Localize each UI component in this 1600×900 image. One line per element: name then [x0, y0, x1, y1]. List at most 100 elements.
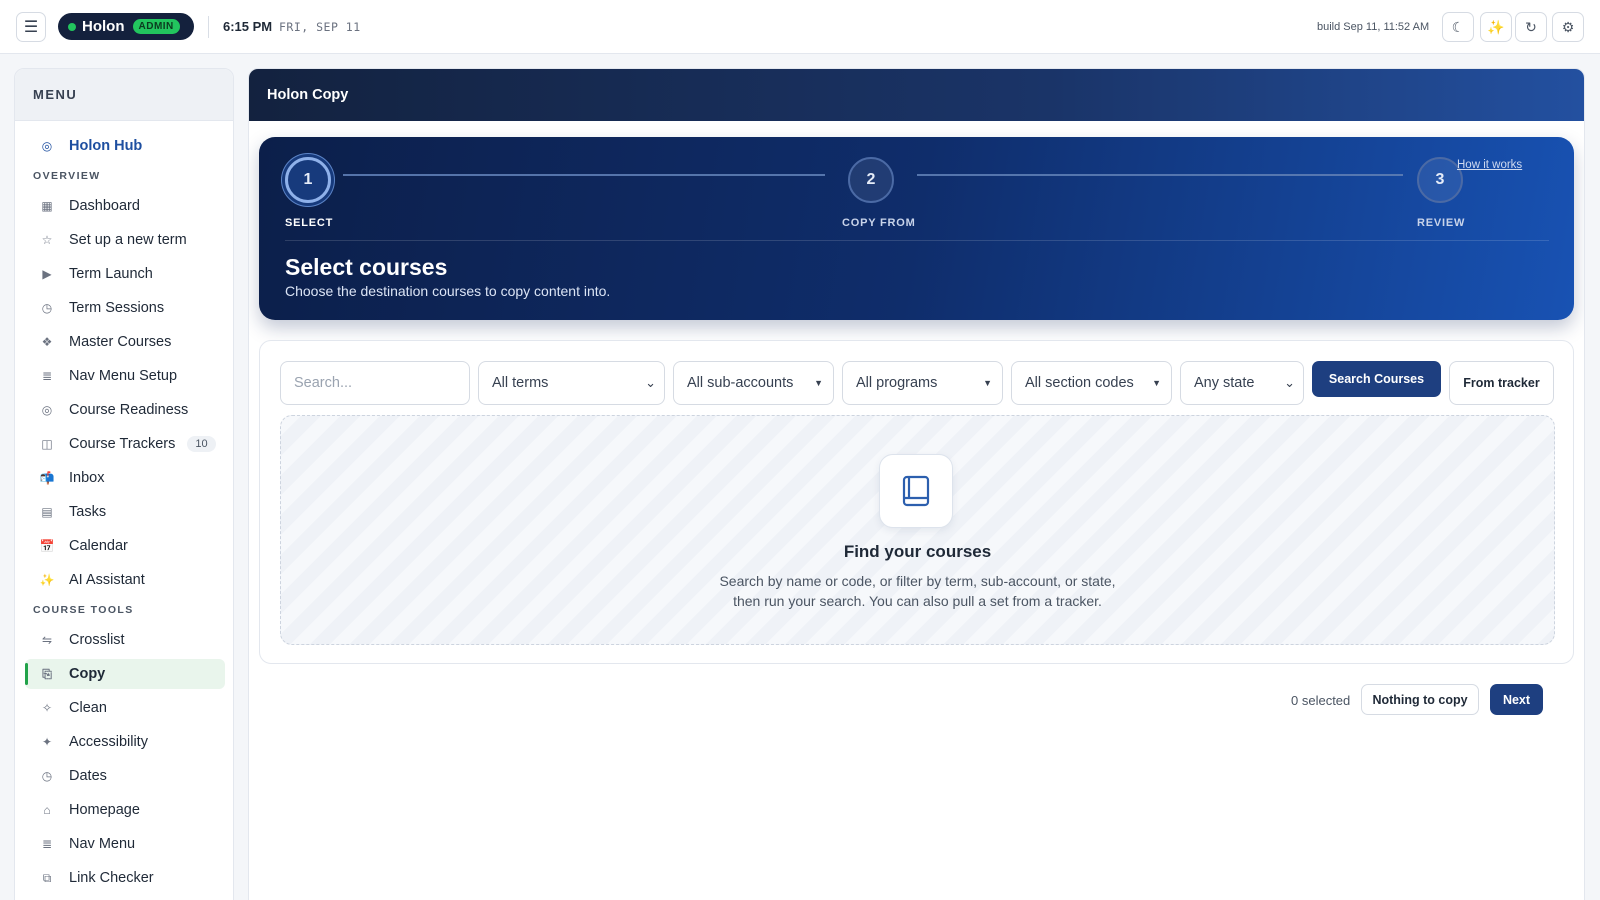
step-title: Select courses: [285, 254, 448, 280]
empty-state-title: Find your courses: [843, 542, 992, 561]
sidebar-item-clean[interactable]: ✧ Clean: [25, 693, 225, 723]
sidebar-item-calendar[interactable]: 📅 Calendar: [25, 531, 225, 561]
sidebar-heading: MENU: [15, 69, 233, 121]
sidebar-item-label: Crosslist: [69, 632, 125, 648]
step-number: 2: [866, 171, 876, 188]
search-placeholder: Search...: [294, 375, 353, 391]
search-courses-button[interactable]: Search Courses: [1312, 361, 1441, 397]
section-overview: OVERVIEW: [33, 170, 101, 182]
menu-lines-icon: ≣: [41, 369, 53, 383]
sidebar-item-label: Accessibility: [69, 734, 148, 750]
section-course-tools: COURSE TOOLS: [33, 604, 134, 616]
sidebar-item-label: Dates: [69, 768, 107, 784]
step-2-label: COPY FROM: [842, 217, 916, 229]
sidebar-item-label: Calendar: [69, 538, 128, 554]
sidebar-item-holon-hub[interactable]: ◎ Holon Hub: [25, 131, 225, 161]
hub-icon: ◎: [41, 139, 53, 153]
step-connector: [343, 174, 825, 176]
sidebar-item-nav-menu-setup[interactable]: ≣ Nav Menu Setup: [25, 361, 225, 391]
accessibility-icon: ✦: [41, 735, 53, 749]
chevron-down-icon: ⌄: [1284, 375, 1295, 390]
sidebar-item-master-courses[interactable]: ❖ Master Courses: [25, 327, 225, 357]
sidebar-item-accessibility[interactable]: ✦ Accessibility: [25, 727, 225, 757]
link-icon: ⧉: [42, 870, 52, 885]
step-subtitle: Choose the destination courses to copy c…: [285, 283, 611, 299]
clock-time: 6:15 PM: [223, 19, 273, 34]
sidebar-item-ai-assistant[interactable]: ✨ AI Assistant: [25, 565, 225, 595]
star-icon: ☆: [41, 233, 53, 247]
sidebar-item-new-term[interactable]: ☆ Set up a new term: [25, 225, 225, 255]
role-badge: ADMIN: [132, 19, 180, 34]
terms-select-value: All terms: [492, 375, 549, 391]
sidebar-item-crosslist[interactable]: ⇋ Crosslist: [25, 625, 225, 655]
sidebar-item-dates[interactable]: ◷ Dates: [25, 761, 225, 791]
menu-lines-icon: ≣: [41, 837, 53, 851]
search-input[interactable]: Search...: [280, 361, 470, 405]
subaccounts-select[interactable]: All sub-accounts ▼: [673, 361, 834, 405]
how-it-works-link[interactable]: How it works: [1457, 159, 1522, 171]
sidebar-item-homepage[interactable]: ⌂ Homepage: [25, 795, 225, 825]
top-divider: [208, 16, 209, 38]
sidebar-item-label: Dashboard: [69, 198, 140, 214]
empty-state-line: then run your search. You can also pull …: [733, 593, 1102, 609]
nothing-to-copy-button[interactable]: Nothing to copy: [1361, 684, 1479, 715]
sidebar-item-label: Link Checker: [69, 870, 154, 886]
clock-date: FRI, SEP 11: [279, 20, 361, 34]
sparkle-icon: ✨: [1487, 18, 1505, 35]
ai-button[interactable]: ✨: [1480, 12, 1512, 42]
brand-name: Holon: [82, 18, 125, 35]
state-select-value: Any state: [1194, 375, 1255, 391]
sidebar-item-copy[interactable]: ⎘ Copy: [25, 659, 225, 689]
terms-select[interactable]: All terms ⌄: [478, 361, 665, 405]
step-connector: [917, 174, 1403, 176]
brand-pill[interactable]: Holon ADMIN: [58, 13, 194, 40]
empty-state: Find your courses Search by name or code…: [280, 415, 1555, 645]
section-codes-select-value: All section codes: [1025, 375, 1134, 391]
refresh-icon: ↻: [1525, 18, 1537, 35]
home-icon: ⌂: [43, 803, 51, 817]
sidebar-item-dashboard[interactable]: ▦ Dashboard: [25, 191, 225, 221]
step-2-circle[interactable]: 2: [848, 157, 894, 203]
sidebar-item-label: Nav Menu: [69, 836, 136, 852]
sidebar-item-tasks[interactable]: ▤ Tasks: [25, 497, 225, 527]
mailbox-icon: 📬: [39, 471, 55, 485]
stepper-card: 1 SELECT 2 COPY FROM 3 REVIEW How it wor…: [259, 137, 1574, 320]
menu-toggle-button[interactable]: ☰: [16, 12, 46, 42]
top-bar: ☰ Holon ADMIN 6:15 PM FRI, SEP 11 build …: [0, 0, 1600, 54]
status-dot-icon: [68, 22, 76, 31]
copy-icon: ⎘: [42, 666, 52, 681]
from-tracker-button[interactable]: From tracker: [1449, 361, 1554, 405]
refresh-button[interactable]: ↻: [1515, 12, 1547, 42]
sidebar-item-course-trackers[interactable]: ◫ Course Trackers 10: [25, 429, 225, 459]
crosslist-icon: ⇋: [41, 633, 53, 647]
programs-select[interactable]: All programs ▼: [842, 361, 1003, 405]
course-search-card: Search... All terms ⌄ All sub-accounts ▼…: [259, 340, 1574, 664]
moon-icon: ☾: [1451, 18, 1465, 35]
target-icon: ◎: [41, 403, 53, 417]
gear-icon: ⚙: [1561, 18, 1575, 35]
sidebar-item-course-readiness[interactable]: ◎ Course Readiness: [25, 395, 225, 425]
sidebar-item-term-launch[interactable]: ▶ Term Launch: [25, 259, 225, 289]
sidebar-item-label: Tasks: [69, 504, 107, 520]
empty-state-line: Search by name or code, or filter by ter…: [719, 573, 1116, 589]
next-button[interactable]: Next: [1490, 684, 1543, 715]
sidebar-item-nav-menu[interactable]: ≣ Nav Menu: [25, 829, 225, 859]
sidebar-item-term-sessions[interactable]: ◷ Term Sessions: [25, 293, 225, 323]
theme-toggle-button[interactable]: ☾: [1442, 12, 1474, 42]
stepper-divider: [285, 240, 1549, 241]
sidebar-item-link-checker[interactable]: ⧉ Link Checker: [25, 863, 225, 893]
section-codes-select[interactable]: All section codes ▼: [1011, 361, 1172, 405]
state-select[interactable]: Any state ⌄: [1180, 361, 1304, 405]
build-info: build Sep 11, 11:52 AM: [1317, 21, 1430, 33]
sparkle-icon: ✨: [39, 573, 55, 587]
chevron-down-icon: ⌄: [645, 375, 656, 390]
sidebar-item-label: Homepage: [69, 802, 140, 818]
sidebar-item-label: Term Sessions: [69, 300, 165, 316]
selected-count: 0 selected: [1291, 693, 1351, 708]
settings-button[interactable]: ⚙: [1552, 12, 1584, 42]
dashboard-icon: ▦: [41, 199, 53, 213]
count-badge: 10: [187, 436, 216, 452]
book-icon: [879, 454, 953, 528]
sidebar-item-inbox[interactable]: 📬 Inbox: [25, 463, 225, 493]
step-1-circle[interactable]: 1: [285, 157, 331, 203]
